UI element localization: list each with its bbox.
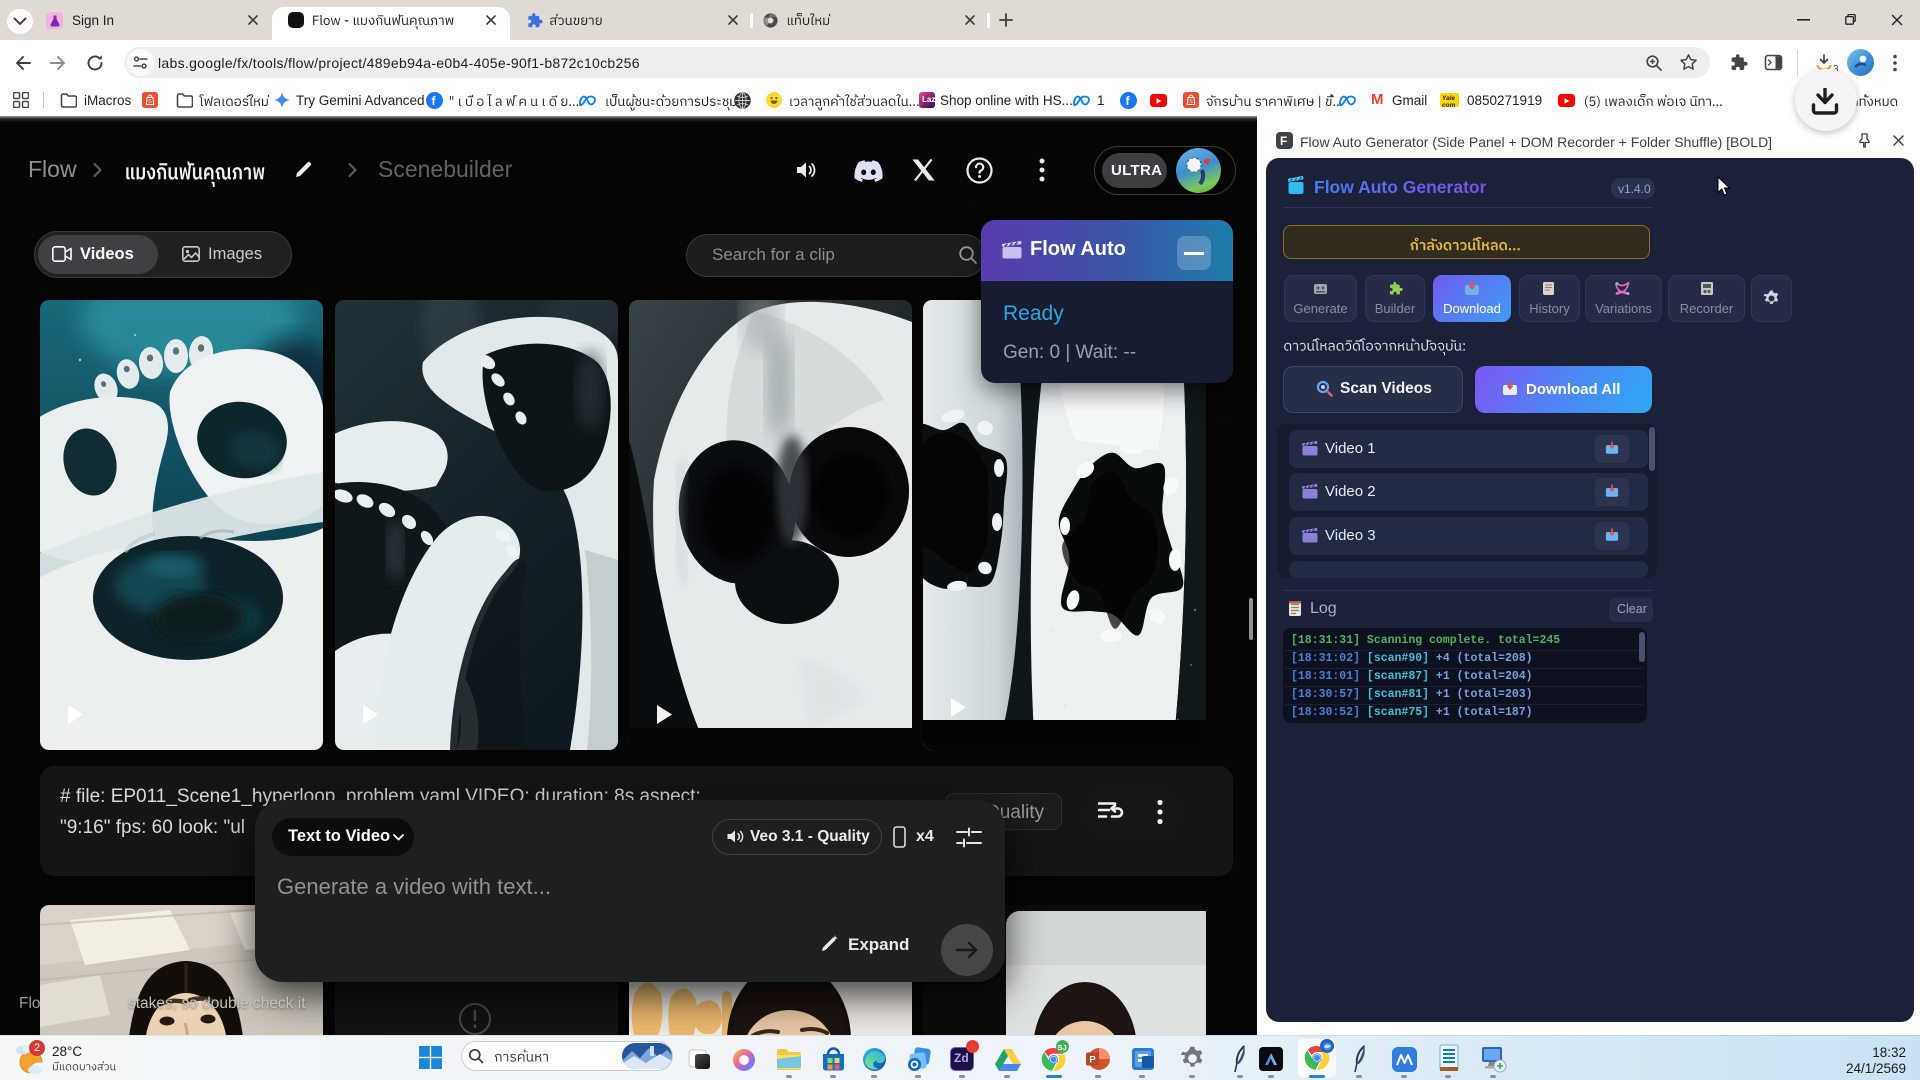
svg-text:P: P [1089,1055,1096,1066]
svg-text:S: S [1189,99,1193,105]
svg-text:S: S [148,99,152,105]
